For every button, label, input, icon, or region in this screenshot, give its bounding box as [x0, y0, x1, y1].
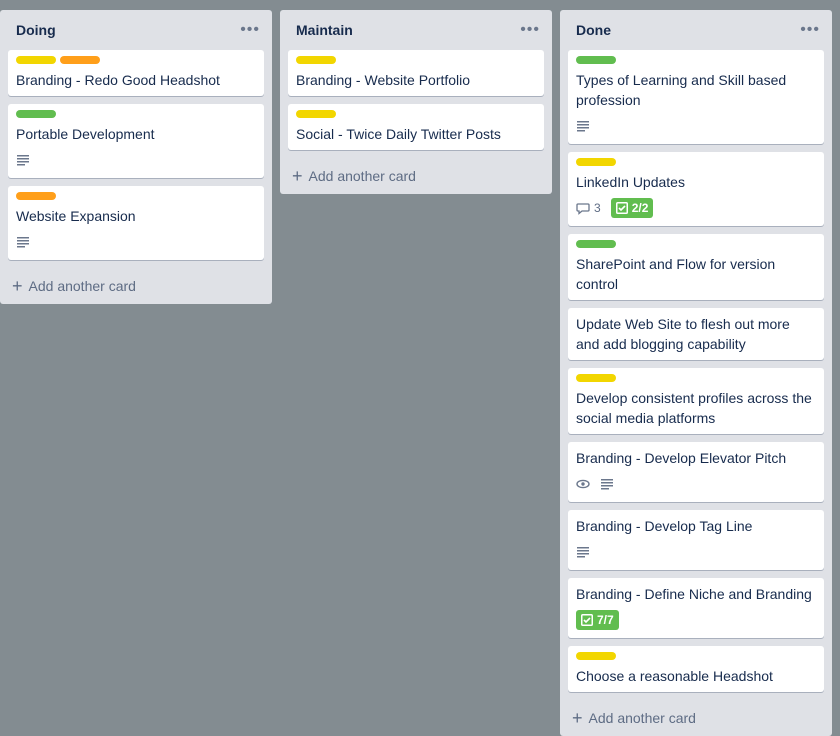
list-title[interactable]: Doing — [16, 22, 56, 38]
card-badges — [576, 540, 816, 564]
card-title: Website Expansion — [16, 208, 136, 224]
card-badges — [576, 472, 816, 496]
card[interactable]: Branding - Develop Elevator Pitch — [568, 442, 824, 502]
checklist-badge: 2/2 — [610, 198, 654, 218]
list-title[interactable]: Maintain — [296, 22, 353, 38]
label-yellow[interactable] — [576, 374, 616, 382]
card[interactable]: Choose a reasonable Headshot — [568, 646, 824, 692]
card-title: Branding - Website Portfolio — [296, 72, 471, 88]
plus-icon: + — [572, 708, 583, 728]
card-badges — [16, 230, 256, 254]
checklist-icon — [615, 202, 628, 214]
label-orange[interactable] — [16, 192, 56, 200]
card-title: Develop consistent profiles across the s… — [576, 390, 812, 426]
card-title: Branding - Define Niche and Branding — [576, 586, 812, 602]
add-card-button[interactable]: + Add another card — [280, 158, 552, 194]
card[interactable]: LinkedIn Updates 3 2/2 — [568, 152, 824, 226]
card-labels — [16, 56, 256, 64]
card[interactable]: Types of Learning and Skill based profes… — [568, 50, 824, 144]
checklist-count: 7/7 — [597, 613, 614, 627]
label-green[interactable] — [16, 110, 56, 118]
card-badges — [16, 148, 256, 172]
card-title: Social - Twice Daily Twitter Posts — [296, 126, 501, 142]
checklist-badge: 7/7 — [576, 610, 619, 630]
card-title: Types of Learning and Skill based profes… — [576, 72, 787, 108]
card[interactable]: Develop consistent profiles across the s… — [568, 368, 824, 434]
label-yellow[interactable] — [16, 56, 56, 64]
label-green[interactable] — [576, 240, 616, 248]
card-list: Branding - Redo Good Headshot Portable De… — [0, 50, 272, 260]
list-title[interactable]: Done — [576, 22, 611, 38]
card-title: Branding - Develop Tag Line — [576, 518, 753, 534]
card[interactable]: Branding - Define Niche and Branding 7/7 — [568, 578, 824, 638]
card[interactable]: Branding - Redo Good Headshot — [8, 50, 264, 96]
card[interactable]: Social - Twice Daily Twitter Posts — [288, 104, 544, 150]
description-icon — [16, 153, 30, 167]
card[interactable]: Branding - Website Portfolio — [288, 50, 544, 96]
label-yellow[interactable] — [296, 110, 336, 118]
comment-icon — [576, 201, 590, 215]
comment-badge: 3 — [576, 201, 601, 215]
eye-icon — [576, 477, 590, 491]
card[interactable]: Branding - Develop Tag Line — [568, 510, 824, 570]
card-labels — [576, 56, 816, 64]
list-maintain: Maintain ••• Branding - Website Portfolio S… — [280, 10, 552, 194]
checklist-icon — [581, 614, 593, 626]
card-list: Branding - Website Portfolio Social - Twi… — [280, 50, 552, 150]
card-badges: 7/7 — [576, 608, 816, 632]
add-card-label: Add another card — [28, 278, 136, 294]
card-labels — [576, 240, 816, 248]
card-title: SharePoint and Flow for version control — [576, 256, 776, 292]
description-icon — [16, 235, 30, 249]
plus-icon: + — [12, 276, 23, 296]
list-header: Doing ••• — [0, 10, 272, 50]
comment-count: 3 — [594, 201, 601, 215]
card[interactable]: Website Expansion — [8, 186, 264, 260]
add-card-label: Add another card — [308, 168, 416, 184]
add-card-button[interactable]: + Add another card — [0, 268, 272, 304]
label-yellow[interactable] — [296, 56, 336, 64]
card-title: Branding - Redo Good Headshot — [16, 72, 220, 88]
label-green[interactable] — [576, 56, 616, 64]
add-card-label: Add another card — [588, 710, 696, 726]
card-badges: 3 2/2 — [576, 196, 816, 220]
list-done: Done ••• Types of Learning and Skill based… — [560, 10, 832, 736]
add-card-button[interactable]: + Add another card — [560, 700, 832, 736]
card-list: Types of Learning and Skill based profes… — [560, 50, 832, 692]
list-header: Maintain ••• — [280, 10, 552, 50]
label-orange[interactable] — [60, 56, 100, 64]
plus-icon: + — [292, 166, 303, 186]
label-yellow[interactable] — [576, 652, 616, 660]
card-title: Branding - Develop Elevator Pitch — [576, 450, 787, 466]
card[interactable]: Update Web Site to flesh out more and ad… — [568, 308, 824, 360]
card[interactable]: Portable Development — [8, 104, 264, 178]
list-doing: Doing ••• Branding - Redo Good Headshot Por… — [0, 10, 272, 304]
card-labels — [576, 158, 816, 166]
card[interactable]: SharePoint and Flow for version control — [568, 234, 824, 300]
card-labels — [296, 56, 536, 64]
more-icon[interactable]: ••• — [236, 21, 264, 39]
more-icon[interactable]: ••• — [796, 21, 824, 39]
card-labels — [576, 652, 816, 660]
description-icon — [576, 545, 590, 559]
description-icon — [600, 477, 614, 491]
card-title: LinkedIn Updates — [576, 174, 685, 190]
card-title: Update Web Site to flesh out more and ad… — [576, 316, 790, 352]
card-labels — [296, 110, 536, 118]
description-icon — [576, 119, 590, 133]
more-icon[interactable]: ••• — [516, 21, 544, 39]
card-title: Portable Development — [16, 126, 155, 142]
card-title: Choose a reasonable Headshot — [576, 668, 773, 684]
label-yellow[interactable] — [576, 158, 616, 166]
card-labels — [16, 192, 256, 200]
card-badges — [576, 114, 816, 138]
card-labels — [576, 374, 816, 382]
list-header: Done ••• — [560, 10, 832, 50]
card-labels — [16, 110, 256, 118]
checklist-count: 2/2 — [631, 201, 649, 215]
